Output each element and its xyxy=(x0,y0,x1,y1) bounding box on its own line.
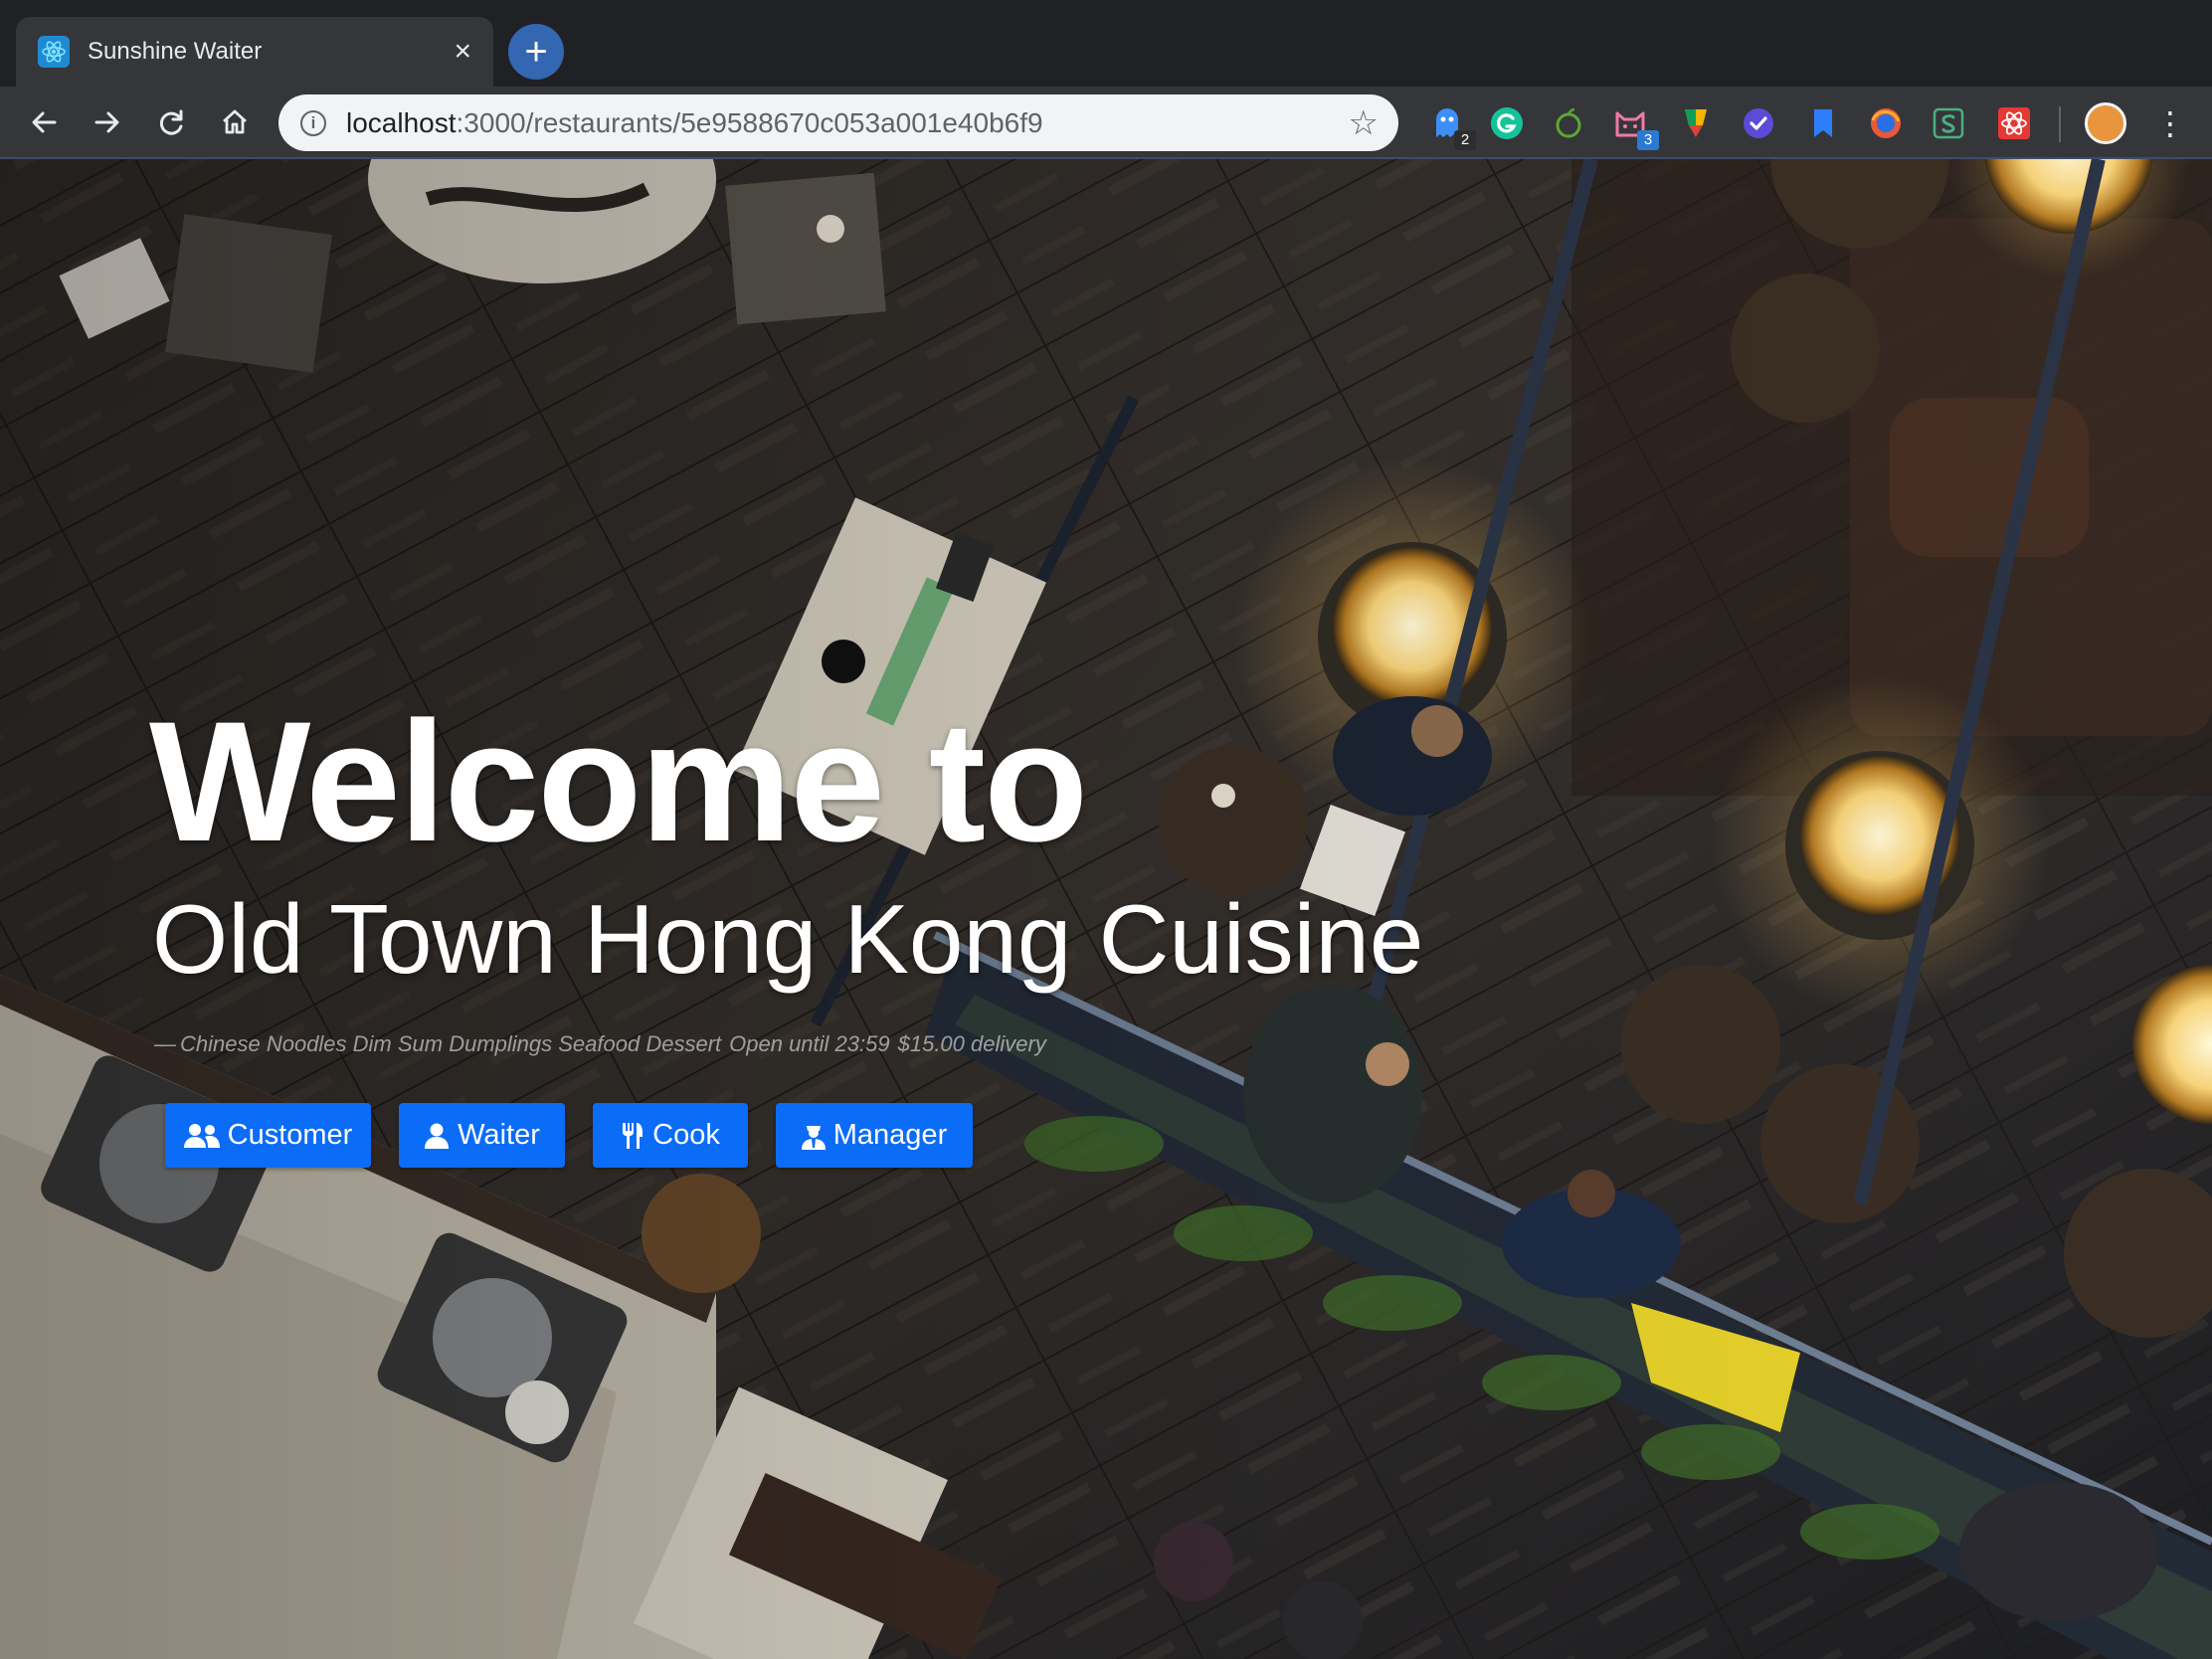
customer-button[interactable]: Customer xyxy=(165,1103,371,1168)
ghost-extension-badge: 2 xyxy=(1454,130,1476,150)
users-icon xyxy=(183,1123,220,1148)
url-text: localhost:3000/restaurants/5e9588670c053… xyxy=(346,106,1043,138)
cat-extension-icon[interactable]: 3 xyxy=(1611,104,1659,150)
cook-button[interactable]: Cook xyxy=(593,1103,748,1168)
browser-tab[interactable]: Sunshine Waiter × xyxy=(16,17,493,87)
toolbar-separator xyxy=(2059,106,2061,142)
react-devtools-extension-icon[interactable] xyxy=(1995,104,2033,142)
welcome-heading: Welcome to xyxy=(149,686,1088,877)
manager-button[interactable]: Manager xyxy=(776,1103,973,1168)
check-extension-icon[interactable] xyxy=(1740,104,1777,142)
bookmark-extension-icon[interactable] xyxy=(1804,104,1842,142)
details-dash: — xyxy=(154,1031,176,1056)
hero-section: Welcome to Old Town Hong Kong Cuisine — C… xyxy=(0,159,2212,1659)
home-icon[interactable] xyxy=(209,96,261,148)
back-icon[interactable] xyxy=(18,96,70,148)
waiter-button-label: Waiter xyxy=(458,1119,540,1151)
cuisine-list: Chinese Noodles Dim Sum Dumplings Seafoo… xyxy=(180,1031,722,1056)
cook-button-label: Cook xyxy=(652,1119,720,1151)
ghost-extension-icon[interactable]: 2 xyxy=(1428,104,1476,150)
firefox-extension-icon[interactable] xyxy=(1867,104,1905,142)
delivery-fee: $15.00 delivery xyxy=(897,1031,1046,1056)
utensils-icon xyxy=(623,1122,644,1149)
customer-button-label: Customer xyxy=(227,1119,353,1151)
user-icon xyxy=(425,1123,450,1149)
role-buttons: Customer Waiter Cook Manager xyxy=(165,1103,1001,1168)
google-keep-extension-icon[interactable] xyxy=(1677,104,1715,142)
opening-hours: Open until 23:59 xyxy=(729,1031,890,1056)
manager-button-label: Manager xyxy=(832,1119,948,1151)
grammarly-extension-icon[interactable] xyxy=(1488,104,1526,142)
forward-icon[interactable] xyxy=(82,96,133,148)
waiter-button[interactable]: Waiter xyxy=(399,1103,565,1168)
browser-toolbar: i localhost:3000/restaurants/5e9588670c0… xyxy=(0,87,2212,159)
new-tab-button[interactable]: + xyxy=(508,24,564,80)
tab-title: Sunshine Waiter xyxy=(88,38,263,65)
cat-extension-badge: 3 xyxy=(1637,130,1659,150)
restaurant-name: Old Town Hong Kong Cuisine xyxy=(152,884,1424,994)
s-extension-icon[interactable] xyxy=(1930,104,1967,142)
address-bar[interactable]: i localhost:3000/restaurants/5e9588670c0… xyxy=(278,94,1398,151)
close-tab-icon[interactable]: × xyxy=(454,37,471,67)
reload-icon[interactable] xyxy=(145,96,197,148)
profile-avatar[interactable] xyxy=(2085,102,2126,144)
browser-menu-icon[interactable]: ⋮ xyxy=(2154,100,2186,146)
restaurant-details: — Chinese Noodles Dim Sum Dumplings Seafo… xyxy=(154,1031,1046,1057)
browser-tabstrip: Sunshine Waiter × + xyxy=(0,0,2212,87)
apple-extension-icon[interactable] xyxy=(1550,104,1587,142)
react-icon xyxy=(38,36,70,68)
bookmark-star-icon[interactable]: ☆ xyxy=(1349,106,1379,140)
site-info-icon[interactable]: i xyxy=(300,109,326,136)
user-tie-icon xyxy=(801,1125,826,1150)
